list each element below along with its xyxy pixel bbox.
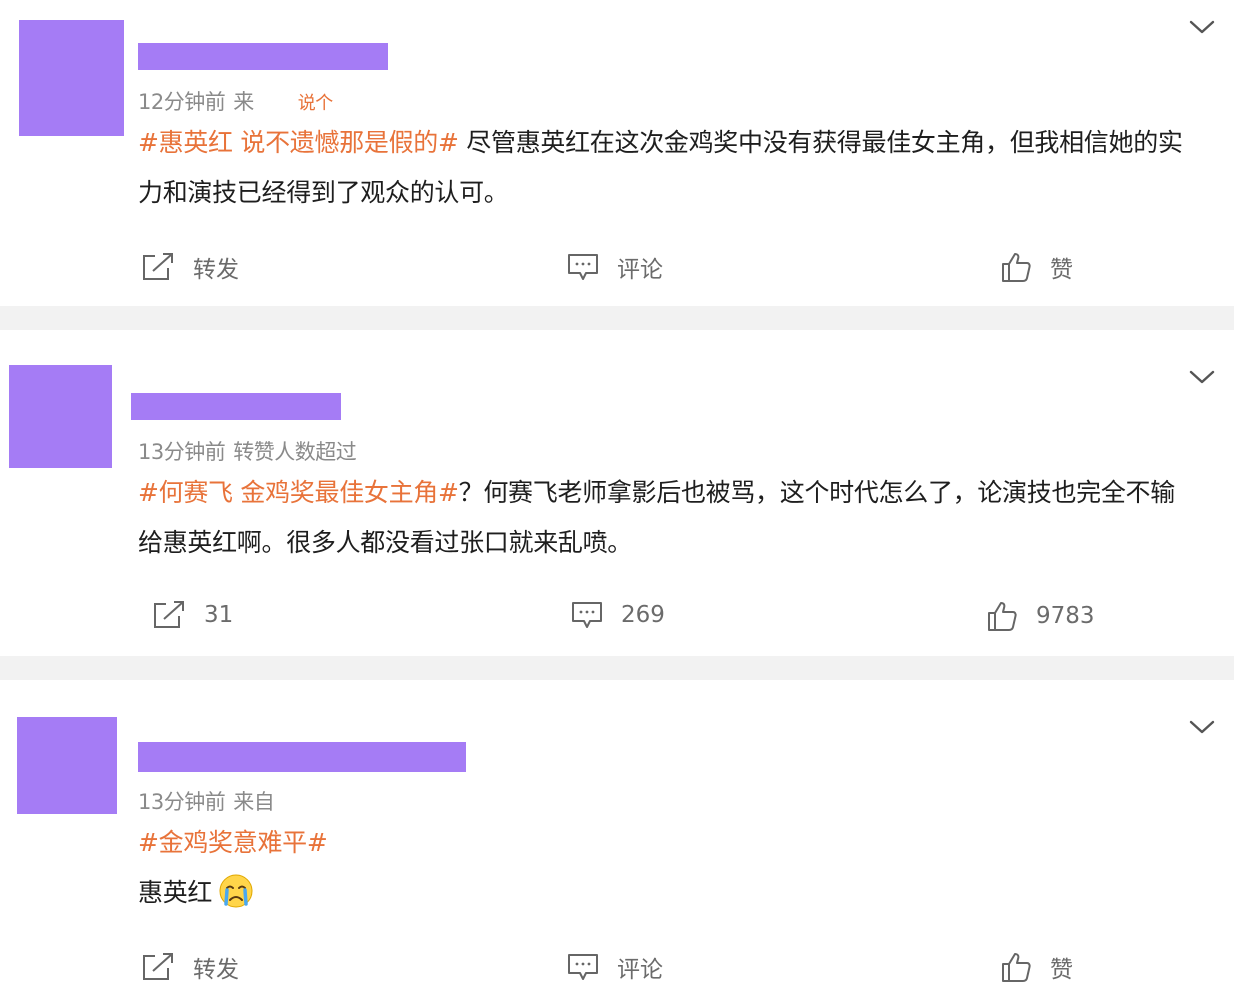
chevron-down-icon[interactable] [1188,18,1216,36]
comment-icon [568,254,598,280]
avatar[interactable] [17,717,117,814]
post-source: 转赞人数超过 [233,440,357,464]
post-text-line: 惠英红 [138,868,1198,918]
comment-button[interactable]: 269 [571,600,665,630]
chevron-down-icon[interactable] [1188,368,1216,386]
comment-icon [568,954,598,980]
post-content: #金鸡奖意难平# 惠英红 [138,818,1198,918]
post-card: 13分钟前 来自 #金鸡奖意难平# 惠英红 转发 评论 赞 [0,680,1234,992]
weibo-feed: 12分钟前来 说个 #惠英红 说不遗憾那是假的# 尽管惠英红在这次金鸡奖中没有获得… [0,0,1234,992]
repost-icon [154,601,184,628]
post-meta: 13分钟前 转赞人数超过 [138,436,357,466]
username[interactable] [138,43,388,70]
post-content: #惠英红 说不遗憾那是假的# 尽管惠英红在这次金鸡奖中没有获得最佳女主角，但我相… [138,118,1198,218]
topic-link[interactable]: #何赛飞 金鸡奖最佳女主角# [138,478,459,507]
crying-face-emoji [219,874,253,908]
repost-label: 转发 [193,957,239,983]
comment-label: 评论 [617,257,663,283]
topic-link[interactable]: #惠英红 说不遗憾那是假的# [138,128,459,157]
chevron-down-icon[interactable] [1188,718,1216,736]
topic-link[interactable]: #金鸡奖意难平# [138,818,1198,868]
post-content: #何赛飞 金鸡奖最佳女主角#？何赛飞老师拿影后也被骂，这个时代怎么了，论演技也完… [138,468,1198,568]
post-meta: 13分钟前 来自 [138,786,275,816]
like-count: 9783 [1036,603,1095,629]
repost-icon [143,253,173,280]
like-button[interactable]: 9783 [986,600,1095,632]
avatar[interactable] [19,20,124,136]
post-time[interactable]: 12分钟前 [138,90,226,114]
repost-button[interactable]: 转发 [141,950,239,984]
thumbs-up-icon [1002,953,1031,982]
username[interactable] [138,742,466,772]
thumbs-up-icon [988,602,1017,631]
repost-count: 31 [204,602,234,628]
like-button[interactable]: 赞 [1000,250,1073,284]
post-meta: 12分钟前来 说个 [138,86,333,116]
repost-icon [143,953,173,980]
comment-count: 269 [621,602,665,628]
repost-button[interactable]: 31 [152,600,233,630]
comment-button[interactable]: 评论 [567,950,663,984]
post-source: 来自 [233,790,275,814]
post-text: 惠英红 [138,878,213,907]
username[interactable] [131,393,341,420]
like-button[interactable]: 赞 [1000,950,1073,984]
post-time[interactable]: 13分钟前 [138,790,226,814]
post-source-extra: 说个 [297,93,334,114]
post-card: 13分钟前 转赞人数超过 #何赛飞 金鸡奖最佳女主角#？何赛飞老师拿影后也被骂，这… [0,330,1234,656]
like-label: 赞 [1050,957,1073,983]
repost-button[interactable]: 转发 [141,250,239,284]
post-source: 来 [233,90,254,114]
comment-button[interactable]: 评论 [567,250,663,284]
comment-label: 评论 [617,957,663,983]
thumbs-up-icon [1002,253,1031,282]
avatar[interactable] [9,365,112,468]
repost-label: 转发 [193,257,239,283]
like-label: 赞 [1050,257,1073,283]
post-card: 12分钟前来 说个 #惠英红 说不遗憾那是假的# 尽管惠英红在这次金鸡奖中没有获得… [0,0,1234,306]
comment-icon [572,602,602,628]
post-time[interactable]: 13分钟前 [138,440,226,464]
